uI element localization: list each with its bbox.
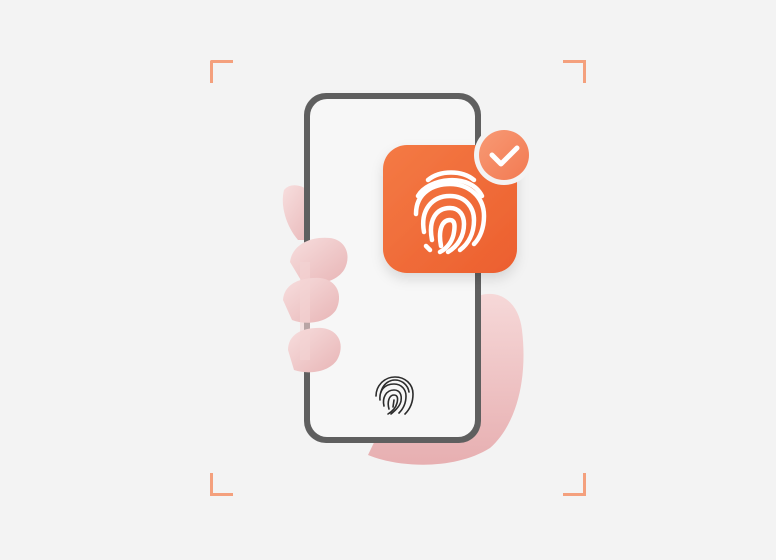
biometric-illustration bbox=[0, 0, 776, 560]
hand-fingers bbox=[283, 237, 348, 373]
checkmark-badge-icon bbox=[474, 125, 534, 185]
illustration-canvas bbox=[282, 93, 534, 465]
